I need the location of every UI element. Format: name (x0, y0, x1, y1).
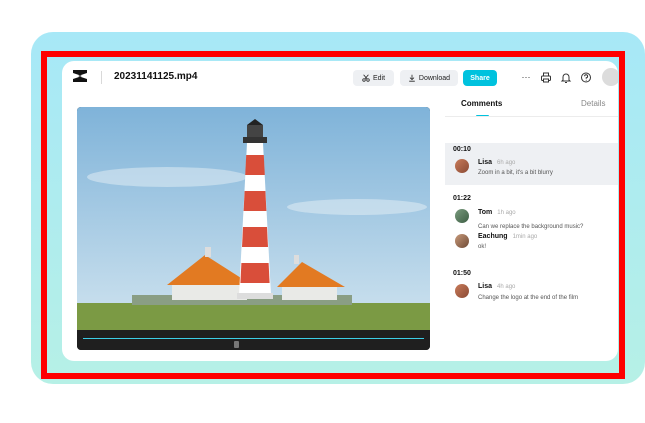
video-frame-lighthouse (77, 107, 430, 330)
comment-group[interactable]: 01:22 Tom 1h ago Can we replace the backg… (445, 192, 618, 257)
comment-timestamp[interactable]: 01:22 (453, 195, 471, 202)
download-button[interactable]: Download (400, 70, 458, 86)
comment-group[interactable]: 00:10 Lisa 6h ago Zoom in a bit, it's a b… (445, 143, 618, 185)
file-name: 20231141125.mp4 (114, 71, 198, 82)
download-label: Download (418, 74, 451, 82)
tab-details[interactable]: Details (581, 99, 605, 108)
comment-author: Lisa 4h ago (478, 283, 516, 290)
comment-author: Lisa 6h ago (478, 159, 516, 166)
comment-timestamp[interactable]: 00:10 (453, 146, 471, 153)
comment-author: Eachung 1min ago (478, 233, 538, 240)
edit-button[interactable]: Edit (353, 70, 394, 86)
comment-text: ok! (478, 244, 487, 250)
video-controls (77, 330, 430, 350)
tab-comments[interactable]: Comments (461, 99, 502, 108)
bell-icon[interactable] (560, 71, 572, 84)
playhead-handle[interactable] (234, 341, 239, 348)
comment-author: Tom 1h ago (478, 209, 516, 216)
comment-text: Can we replace the background music? (478, 224, 584, 230)
scissors-icon (362, 74, 370, 82)
progress-bar[interactable] (83, 338, 424, 339)
comment-timestamp[interactable]: 01:50 (453, 270, 471, 277)
download-icon (409, 74, 415, 82)
tabs-divider (445, 116, 618, 117)
review-window: 20231141125.mp4 Edit Download Share ··· (62, 61, 618, 361)
capcut-logo-icon[interactable] (71, 67, 89, 85)
comment-text: Change the logo at the end of the film (478, 295, 579, 301)
share-button[interactable]: Share (463, 70, 497, 86)
avatar (455, 284, 469, 298)
avatar (455, 209, 469, 223)
comment-group[interactable]: 01:50 Lisa 4h ago Change the logo at the … (445, 267, 618, 309)
edit-label: Edit (372, 74, 386, 82)
help-icon[interactable] (580, 71, 592, 84)
avatar (455, 159, 469, 173)
comment-text: Zoom in a bit, it's a bit blurry (478, 170, 553, 176)
avatar (455, 234, 469, 248)
more-icon[interactable]: ··· (520, 71, 532, 84)
video-player[interactable] (77, 107, 430, 350)
printer-icon[interactable] (540, 71, 552, 84)
user-avatar[interactable] (602, 68, 618, 86)
header-separator (101, 71, 102, 84)
